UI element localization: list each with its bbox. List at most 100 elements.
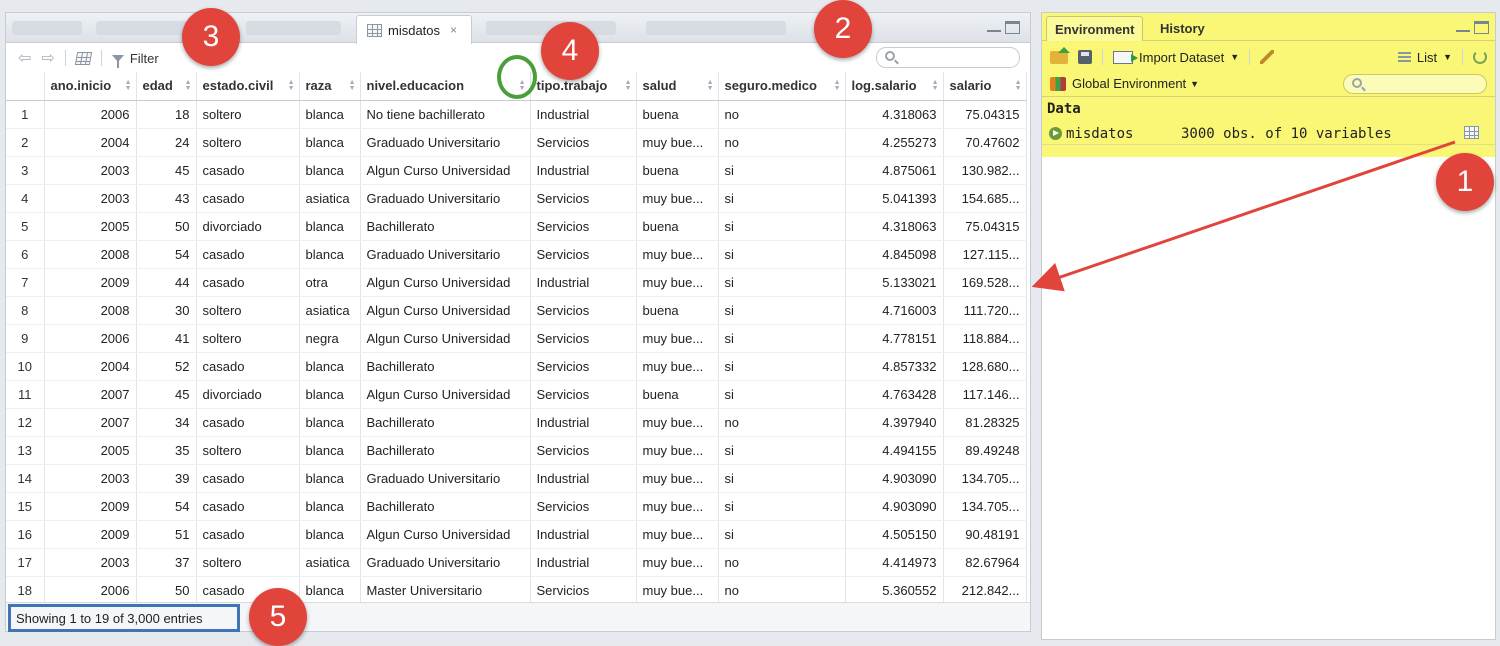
save-icon[interactable]: [1078, 50, 1092, 64]
table-row[interactable]: 14 2003 39 casado blanca Graduado Universitar…: [6, 464, 1027, 493]
table-cell: 50: [136, 576, 197, 602]
sort-icon[interactable]: ▲ ▼: [932, 79, 939, 92]
minimize-icon[interactable]: [987, 21, 1001, 32]
column-header-label: ano.inicio: [50, 78, 112, 94]
column-header[interactable]: raza ▲ ▼: [299, 72, 361, 101]
table-cell: muy bue...: [636, 324, 719, 353]
row-number-header[interactable]: [6, 72, 45, 101]
sort-icon[interactable]: ▲ ▼: [288, 79, 295, 92]
popout-icon[interactable]: [74, 51, 92, 65]
search-input[interactable]: [876, 47, 1020, 68]
row-number-cell: 4: [6, 184, 45, 213]
table-cell: 37: [136, 548, 197, 577]
import-dataset-button[interactable]: Import Dataset ▼: [1113, 50, 1239, 65]
table-cell: 117.146...: [943, 380, 1027, 409]
blurred-tab[interactable]: [246, 21, 341, 35]
table-cell: soltero: [196, 296, 300, 325]
row-number-cell: 7: [6, 268, 45, 297]
sort-icon[interactable]: ▲ ▼: [349, 79, 356, 92]
table-cell: casado: [196, 492, 300, 521]
sort-icon[interactable]: ▲ ▼: [1015, 79, 1022, 92]
table-row[interactable]: 2 2004 24 soltero blanca Graduado Universitar…: [6, 128, 1027, 157]
sort-icon[interactable]: ▲ ▼: [834, 79, 841, 92]
toolbar-divider: [100, 50, 102, 66]
table-cell: buena: [636, 156, 719, 185]
table-row[interactable]: 1 2006 18 soltero blanca No tiene bachillerat…: [6, 100, 1027, 129]
table-cell: Industrial: [530, 156, 637, 185]
table-row[interactable]: 15 2009 54 casado blanca Bachillerato Servicio…: [6, 492, 1027, 521]
sort-icon[interactable]: ▲ ▼: [185, 79, 192, 92]
table-row[interactable]: 8 2008 30 soltero asiatica Algun Curso Univer…: [6, 296, 1027, 325]
table-cell: asiatica: [299, 548, 361, 577]
refresh-icon[interactable]: [1473, 50, 1487, 64]
forward-arrow-icon[interactable]: ⇨: [41, 48, 54, 68]
column-header[interactable]: edad ▲ ▼: [136, 72, 197, 101]
environment-object-row[interactable]: misdatos 3000 obs. of 10 variables: [1042, 123, 1495, 145]
table-row[interactable]: 16 2009 51 casado blanca Algun Curso Universi…: [6, 520, 1027, 549]
sort-icon[interactable]: ▲ ▼: [707, 79, 714, 92]
table-cell: 4.397940: [845, 408, 944, 437]
maximize-icon[interactable]: [1474, 21, 1489, 34]
table-cell: Servicios: [530, 240, 637, 269]
table-cell: 2007: [44, 408, 137, 437]
table-cell: muy bue...: [636, 436, 719, 465]
import-icon: [1113, 50, 1138, 64]
table-cell: 2004: [44, 352, 137, 381]
tab-history[interactable]: History: [1152, 16, 1213, 41]
table-row[interactable]: 18 2006 50 casado blanca Master Universitario…: [6, 576, 1027, 602]
filter-button[interactable]: Filter: [111, 51, 159, 68]
global-environment-dropdown[interactable]: Global Environment ▼: [1072, 76, 1199, 91]
pane-splitter[interactable]: [1031, 12, 1041, 640]
sort-icon[interactable]: ▲ ▼: [125, 79, 132, 92]
back-arrow-icon[interactable]: ⇦: [18, 48, 31, 68]
minimize-icon[interactable]: [1456, 21, 1470, 32]
sort-icon[interactable]: ▲ ▼: [625, 79, 632, 92]
table-row[interactable]: 7 2009 44 casado otra Algun Curso Universidad…: [6, 268, 1027, 297]
list-view-dropdown[interactable]: List ▼: [1397, 50, 1452, 65]
table-row[interactable]: 12 2007 34 casado blanca Bachillerato Industri…: [6, 408, 1027, 437]
blurred-tab[interactable]: [12, 21, 82, 35]
tab-environment[interactable]: Environment: [1046, 16, 1144, 41]
maximize-icon[interactable]: [1005, 21, 1020, 34]
table-cell: 82.67964: [943, 548, 1027, 577]
table-cell: 2005: [44, 436, 137, 465]
table-row[interactable]: 4 2003 43 casado asiatica Graduado Universita…: [6, 184, 1027, 213]
table-cell: 2006: [44, 576, 137, 602]
column-header[interactable]: salario ▲ ▼: [943, 72, 1027, 101]
column-header-label: edad: [142, 78, 173, 94]
table-cell: Graduado Universitario: [360, 548, 531, 577]
view-data-grid-icon[interactable]: [1464, 126, 1479, 139]
table-row[interactable]: 11 2007 45 divorciado blanca Algun Curso Univ…: [6, 380, 1027, 409]
table-cell: No tiene bachillerato: [360, 100, 531, 129]
table-cell: 81.28325: [943, 408, 1027, 437]
table-row[interactable]: 13 2005 35 soltero blanca Bachillerato Servici…: [6, 436, 1027, 465]
column-header[interactable]: ano.inicio ▲ ▼: [44, 72, 137, 101]
table-cell: muy bue...: [636, 240, 719, 269]
table-cell: si: [718, 240, 846, 269]
table-cell: Industrial: [530, 100, 637, 129]
close-icon[interactable]: ×: [450, 23, 457, 37]
table-row[interactable]: 5 2005 50 divorciado blanca Bachillerato Servi…: [6, 212, 1027, 241]
table-row[interactable]: 10 2004 52 casado blanca Bachillerato Servicio…: [6, 352, 1027, 381]
column-header-label: estado.civil: [202, 78, 274, 94]
table-cell: 30: [136, 296, 197, 325]
row-number-cell: 5: [6, 212, 45, 241]
column-header[interactable]: seguro.medico ▲ ▼: [718, 72, 846, 101]
table-row[interactable]: 17 2003 37 soltero asiatica Graduado Universi…: [6, 548, 1027, 577]
table-row[interactable]: 3 2003 45 casado blanca Algun Curso Universid…: [6, 156, 1027, 185]
tab-misdatos[interactable]: misdatos ×: [356, 15, 472, 44]
environment-search-input[interactable]: [1343, 74, 1487, 94]
broom-icon[interactable]: [1260, 50, 1275, 64]
column-header[interactable]: salud ▲ ▼: [636, 72, 719, 101]
open-folder-icon[interactable]: [1050, 46, 1070, 64]
expand-icon[interactable]: [1049, 127, 1062, 140]
table-cell: 44: [136, 268, 197, 297]
column-header[interactable]: estado.civil ▲ ▼: [196, 72, 300, 101]
table-row[interactable]: 6 2008 54 casado blanca Graduado Universitari…: [6, 240, 1027, 269]
table-cell: Industrial: [530, 464, 637, 493]
table-row[interactable]: 9 2006 41 soltero negra Algun Curso Universid…: [6, 324, 1027, 353]
toolbar-divider: [64, 50, 66, 66]
blurred-tab[interactable]: [646, 21, 786, 35]
column-header[interactable]: log.salario ▲ ▼: [845, 72, 944, 101]
object-name[interactable]: misdatos: [1066, 126, 1181, 142]
